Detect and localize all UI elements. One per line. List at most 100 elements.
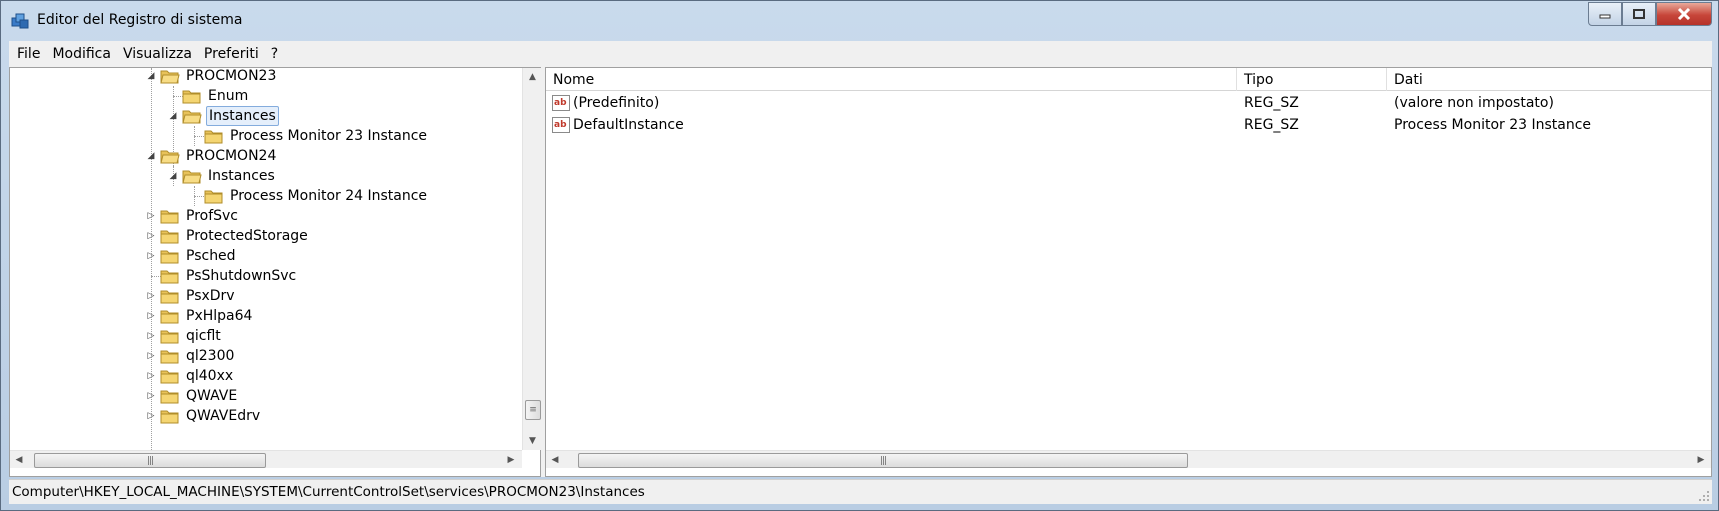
collapse-toggle[interactable]: ◢ [167,110,179,122]
collapse-toggle[interactable]: ◢ [145,150,157,162]
tree-vertical-scrollbar[interactable]: ▲ ≡ ▼ [522,68,541,450]
collapse-toggle[interactable]: ◢ [167,170,179,182]
value-data: (valore non impostato) [1394,95,1554,111]
value-name: (Predefinito) [573,95,660,111]
collapse-toggle[interactable]: ◢ [145,70,157,82]
folder-open-icon [182,170,202,184]
expand-toggle[interactable]: ▷ [145,330,157,342]
expand-toggle[interactable]: ▷ [145,410,157,422]
folder-icon [160,310,179,324]
column-header: Nome Tipo Dati [546,68,1711,91]
maximize-button[interactable] [1622,2,1656,26]
title-bar[interactable]: Editor del Registro di sistema [1,1,1718,41]
folder-icon [160,370,179,384]
tree-item-ql2300[interactable]: ql2300 [160,345,236,367]
folder-icon [160,210,179,224]
window-controls [1588,2,1712,26]
menu-file[interactable]: File [17,46,40,62]
tree-item-psched[interactable]: Psched [160,245,238,267]
tree-item-pxhlpa64[interactable]: PxHlpa64 [160,305,254,327]
scroll-left-arrow-icon[interactable]: ◀ [10,451,28,468]
folder-open-icon [160,70,180,84]
scroll-up-arrow-icon[interactable]: ▲ [523,68,542,86]
value-name: DefaultInstance [573,117,684,133]
tree-item-enum[interactable]: Enum [182,85,250,107]
horizontal-scroll-thumb[interactable]: ||| [34,453,266,468]
tree-item-psshutdownsvc[interactable]: PsShutdownSvc [160,265,298,287]
resize-grip-icon[interactable] [1698,490,1710,502]
expand-toggle[interactable]: ▷ [145,250,157,262]
tree-item-instances-23[interactable]: Instances [182,105,279,127]
folder-icon [204,130,223,144]
string-value-icon: ab [552,95,570,111]
value-row[interactable]: ab DefaultInstance REG_SZ Process Monito… [546,114,1711,136]
svg-text:ab: ab [554,98,567,108]
folder-icon [160,330,179,344]
folder-icon [160,270,179,284]
scroll-right-arrow-icon[interactable]: ▶ [1692,451,1710,468]
expand-toggle[interactable]: ▷ [145,310,157,322]
expand-toggle[interactable]: ▷ [145,370,157,382]
value-data: Process Monitor 23 Instance [1394,117,1592,133]
value-type: REG_SZ [1244,95,1299,111]
maximize-icon [1633,9,1645,19]
minimize-button[interactable] [1588,2,1622,26]
folder-open-icon [182,110,202,124]
svg-text:ab: ab [554,120,567,130]
tree-item-process-monitor-23-instance[interactable]: Process Monitor 23 Instance [204,125,429,147]
window-title: Editor del Registro di sistema [37,12,243,28]
minimize-icon [1599,14,1611,19]
expand-toggle[interactable]: ▷ [145,290,157,302]
close-button[interactable] [1656,2,1712,26]
expand-toggle[interactable]: ▷ [145,210,157,222]
scroll-down-arrow-icon[interactable]: ▼ [523,432,542,450]
tree-pane: ◢ PROCMON23 Enum ◢ Instances Process Mon… [9,67,541,477]
scroll-right-arrow-icon[interactable]: ▶ [502,451,520,468]
menu-preferiti[interactable]: Preferiti [204,46,259,62]
vertical-scroll-thumb[interactable]: ≡ [525,400,541,420]
expand-toggle[interactable]: ▷ [145,390,157,402]
expand-toggle[interactable]: ▷ [145,230,157,242]
folder-icon [204,190,223,204]
list-horizontal-scrollbar[interactable]: ◀ ||| ▶ [546,450,1711,468]
column-dati[interactable]: Dati [1387,68,1711,91]
column-nome[interactable]: Nome [546,68,1237,91]
value-type: REG_SZ [1244,117,1299,133]
folder-icon [160,230,179,244]
tree-item-qicflt[interactable]: qicflt [160,325,223,347]
tree-item-ql40xx[interactable]: ql40xx [160,365,235,387]
folder-icon [182,90,201,104]
registry-tree: ◢ PROCMON23 Enum ◢ Instances Process Mon… [10,68,522,450]
menu-bar: File Modifica Visualizza Preferiti ? [9,41,1712,67]
status-bar: Computer\HKEY_LOCAL_MACHINE\SYSTEM\Curre… [9,479,1712,504]
close-icon [1677,8,1691,20]
content-area: ◢ PROCMON23 Enum ◢ Instances Process Mon… [9,67,1712,477]
folder-icon [160,410,179,424]
value-row[interactable]: ab (Predefinito) REG_SZ (valore non impo… [546,92,1711,114]
tree-item-process-monitor-24-instance[interactable]: Process Monitor 24 Instance [204,185,429,207]
horizontal-scroll-thumb[interactable]: ||| [578,453,1188,468]
current-key-path: Computer\HKEY_LOCAL_MACHINE\SYSTEM\Curre… [12,484,645,500]
registry-editor-window: Editor del Registro di sistema File Modi… [0,0,1719,511]
tree-item-qwave[interactable]: QWAVE [160,385,239,407]
tree-item-instances-24[interactable]: Instances [182,165,277,187]
tree-item-protectedstorage[interactable]: ProtectedStorage [160,225,310,247]
tree-item-qwavedrv[interactable]: QWAVEdrv [160,405,262,427]
folder-open-icon [160,150,180,164]
tree-item-procmon24[interactable]: PROCMON24 [160,145,278,167]
folder-icon [160,350,179,364]
values-list-pane: Nome Tipo Dati ab (Predefinito) REG_SZ (… [545,67,1712,477]
menu-modifica[interactable]: Modifica [52,46,111,62]
scroll-left-arrow-icon[interactable]: ◀ [546,451,564,468]
registry-editor-icon [11,13,29,29]
string-value-icon: ab [552,117,570,133]
folder-icon [160,390,179,404]
tree-horizontal-scrollbar[interactable]: ◀ ||| ▶ [10,450,522,468]
tree-item-profsvc[interactable]: ProfSvc [160,205,240,227]
menu-help[interactable]: ? [271,46,278,62]
expand-toggle[interactable]: ▷ [145,350,157,362]
folder-icon [160,250,179,264]
column-tipo[interactable]: Tipo [1237,68,1387,91]
tree-item-psxdrv[interactable]: PsxDrv [160,285,237,307]
menu-visualizza[interactable]: Visualizza [123,46,192,62]
